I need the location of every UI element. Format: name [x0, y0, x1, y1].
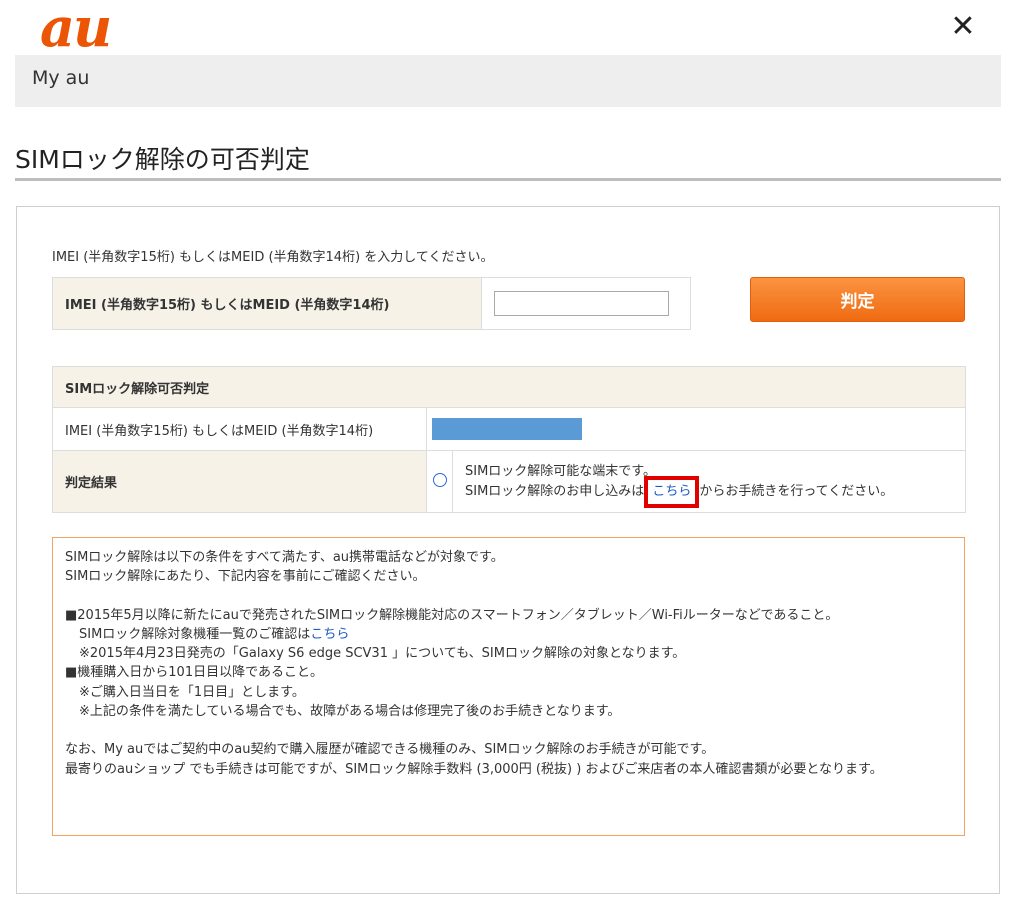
result-label: 判定結果: [52, 450, 427, 513]
notice-condition-2-sub-2: ※上記の条件を満たしている場合でも、故障がある場合は修理完了後のお手続きとなりま…: [79, 704, 621, 720]
judge-button[interactable]: 判定: [750, 277, 965, 322]
notice-box: SIMロック解除は以下の条件をすべて満たす、au携帯電話などが対象です。 SIM…: [52, 537, 965, 836]
unlock-application-link[interactable]: こちら: [652, 484, 691, 499]
result-line2-pre: SIMロック解除のお申し込みは: [465, 483, 645, 499]
imei-field-cell: [481, 277, 691, 330]
result-imei-value: [425, 407, 967, 451]
notice-condition-1-sub-1: SIMロック解除対象機種一覧のご確認はこちら: [65, 625, 952, 644]
notice-condition-2: ■機種購入日から101日目以降であること。: [65, 665, 323, 681]
highlight-box: こちら: [644, 475, 700, 508]
notice-intro-2: SIMロック解除にあたり、下記内容を事前にご確認ください。: [65, 569, 426, 585]
result-radio-cell: [426, 450, 453, 513]
close-icon[interactable]: ✕: [948, 12, 978, 42]
notice-footer-2: 最寄りのauショップ でも手続きは可能ですが、SIMロック解除手数料 (3,00…: [65, 761, 883, 777]
notice-condition-2-sub-1: ※ご購入日当日を「1日目」とします。: [79, 684, 305, 700]
imei-input-table: IMEI (半角数字15桁) もしくはMEID (半角数字14桁): [52, 277, 691, 330]
result-message: SIMロック解除可能な端末です。 SIMロック解除のお申し込みは こちら からお手続…: [451, 450, 967, 513]
notice-device-list-text: SIMロック解除対象機種一覧のご確認は: [79, 626, 311, 642]
notice-intro-1: SIMロック解除は以下の条件をすべて満たす、au携帯電話などが対象です。: [65, 550, 504, 565]
au-logo[interactable]: au: [40, 0, 112, 54]
result-heading: SIMロック解除可否判定: [51, 366, 967, 408]
result-imei-label: IMEI (半角数字15桁) もしくはMEID (半角数字14桁): [52, 407, 427, 451]
result-table: SIMロック解除可否判定 IMEI (半角数字15桁) もしくはMEID (半角…: [51, 366, 967, 513]
my-au-label[interactable]: My au: [32, 67, 89, 89]
title-divider: [15, 178, 1001, 181]
masked-imei-value: [432, 418, 582, 440]
page-title: SIMロック解除の可否判定: [15, 145, 310, 174]
instruction-text: IMEI (半角数字15桁) もしくはMEID (半角数字14桁) を入力してく…: [52, 250, 494, 265]
device-list-link[interactable]: こちら: [310, 627, 349, 642]
result-radio-icon: [432, 472, 447, 487]
result-line2: SIMロック解除のお申し込みは こちら からお手続きを行ってください。: [465, 475, 965, 508]
notice-footer-1: なお、My auではご契約中のau契約で購入履歴が確認できる機種のみ、SIMロッ…: [65, 742, 715, 758]
imei-input[interactable]: [494, 291, 669, 316]
notice-condition-1: ■2015年5月以降に新たにauで発売されたSIMロック解除機能対応のスマートフ…: [65, 607, 839, 623]
result-line2-post: からお手続きを行ってください。: [699, 483, 894, 499]
imei-field-label: IMEI (半角数字15桁) もしくはMEID (半角数字14桁): [52, 277, 482, 330]
my-au-bar: My au: [15, 55, 1001, 107]
result-line1: SIMロック解除可能な端末です。: [465, 463, 657, 479]
notice-condition-1-sub-2: ※2015年4月23日発売の「Galaxy S6 edge SCV31 」につい…: [79, 646, 686, 662]
